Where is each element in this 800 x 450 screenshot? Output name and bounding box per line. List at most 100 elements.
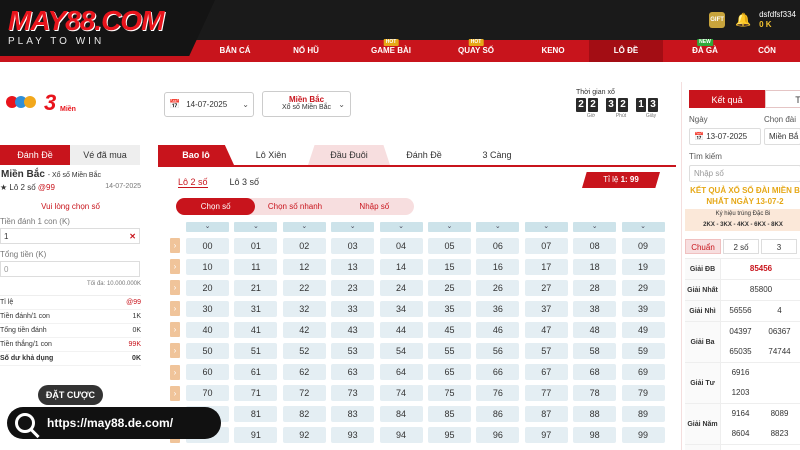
- column-select-4[interactable]: ⌄: [379, 222, 423, 232]
- number-cell[interactable]: 91: [234, 427, 278, 444]
- gift-icon[interactable]: GIFT: [709, 12, 726, 28]
- number-cell[interactable]: 55: [427, 342, 471, 359]
- number-cell[interactable]: 15: [427, 258, 471, 275]
- number-cell[interactable]: 58: [573, 342, 617, 359]
- tab-lo-3-so[interactable]: Lô 3 số: [230, 177, 260, 188]
- number-cell[interactable]: 04: [379, 237, 423, 254]
- number-cell[interactable]: 11: [234, 258, 278, 275]
- number-cell[interactable]: 18: [573, 258, 617, 275]
- row-select-icon[interactable]: ›: [170, 385, 180, 401]
- tab-stats[interactable]: Thố: [765, 90, 800, 108]
- column-select-1[interactable]: ⌄: [234, 222, 278, 232]
- tab-results[interactable]: Kết quả: [689, 90, 765, 108]
- number-cell[interactable]: 19: [621, 258, 665, 275]
- number-cell[interactable]: 34: [379, 300, 423, 317]
- mode-pick[interactable]: Chọn số: [176, 198, 256, 215]
- number-cell[interactable]: 49: [621, 321, 665, 338]
- number-cell[interactable]: 10: [186, 258, 229, 275]
- number-cell[interactable]: 70: [186, 385, 229, 402]
- tab-bet-type-3[interactable]: Đầu Đuôi: [308, 145, 390, 165]
- number-cell[interactable]: 74: [379, 385, 423, 402]
- number-cell[interactable]: 02: [282, 237, 326, 254]
- number-cell[interactable]: 01: [234, 237, 278, 254]
- number-cell[interactable]: 95: [427, 427, 471, 444]
- number-cell[interactable]: 43: [331, 321, 375, 338]
- number-cell[interactable]: 56: [476, 342, 520, 359]
- number-cell[interactable]: 27: [524, 279, 568, 296]
- row-select-icon[interactable]: ›: [170, 238, 180, 253]
- number-cell[interactable]: 51: [234, 342, 278, 359]
- user-info[interactable]: dsfdfsf334 0 K: [759, 10, 796, 30]
- number-cell[interactable]: 89: [621, 406, 665, 423]
- number-cell[interactable]: 26: [476, 279, 520, 296]
- column-select-5[interactable]: ⌄: [427, 222, 471, 232]
- column-select-7[interactable]: ⌄: [524, 222, 568, 232]
- number-cell[interactable]: 98: [573, 427, 617, 444]
- number-cell[interactable]: 83: [331, 406, 375, 423]
- number-cell[interactable]: 08: [573, 237, 617, 254]
- number-cell[interactable]: 54: [379, 342, 423, 359]
- number-cell[interactable]: 77: [524, 385, 568, 402]
- number-cell[interactable]: 45: [427, 321, 471, 338]
- clear-icon[interactable]: ✕: [129, 232, 136, 241]
- column-select-9[interactable]: ⌄: [621, 222, 665, 232]
- mode-quick-pick[interactable]: Chọn số nhanh: [255, 198, 334, 215]
- nav-item-2[interactable]: NỔ HŨ: [265, 40, 347, 62]
- number-cell[interactable]: 41: [234, 321, 278, 338]
- number-cell[interactable]: 60: [186, 364, 229, 381]
- number-cell[interactable]: 31: [234, 300, 278, 317]
- number-cell[interactable]: 35: [427, 300, 471, 317]
- result-region-select[interactable]: Miền Bắ: [764, 128, 800, 145]
- tab-lo-2-so[interactable]: Lô 2 số: [178, 177, 208, 188]
- row-select-icon[interactable]: ›: [170, 280, 180, 296]
- number-cell[interactable]: 42: [282, 321, 326, 338]
- number-cell[interactable]: 52: [282, 342, 326, 359]
- number-cell[interactable]: 69: [621, 364, 665, 381]
- format-2-digit[interactable]: 2 số: [723, 239, 759, 254]
- number-cell[interactable]: 28: [573, 279, 617, 296]
- column-select-2[interactable]: ⌄: [282, 222, 326, 232]
- format-3-digit[interactable]: 3: [761, 239, 797, 254]
- column-select-3[interactable]: ⌄: [331, 222, 375, 232]
- number-cell[interactable]: 96: [476, 427, 520, 444]
- nav-item-3[interactable]: GAME BÀI HOT: [347, 39, 435, 62]
- number-cell[interactable]: 94: [379, 427, 423, 444]
- result-date-picker[interactable]: 📅 13-07-2025: [689, 128, 761, 145]
- number-cell[interactable]: 30: [186, 300, 229, 317]
- row-select-icon[interactable]: ›: [170, 364, 180, 380]
- number-cell[interactable]: 68: [573, 364, 617, 381]
- nav-item-8[interactable]: CỔN: [747, 40, 787, 62]
- number-cell[interactable]: 82: [282, 406, 326, 423]
- result-search-input[interactable]: Nhập số: [689, 165, 800, 182]
- number-cell[interactable]: 38: [573, 300, 617, 317]
- row-select-icon[interactable]: ›: [170, 322, 180, 338]
- row-select-icon[interactable]: ›: [170, 301, 180, 317]
- number-cell[interactable]: 59: [621, 342, 665, 359]
- column-select-8[interactable]: ⌄: [573, 222, 617, 232]
- number-cell[interactable]: 20: [186, 279, 229, 296]
- number-cell[interactable]: 25: [427, 279, 471, 296]
- bell-icon[interactable]: 🔔: [735, 13, 751, 27]
- number-cell[interactable]: 29: [621, 279, 665, 296]
- number-cell[interactable]: 92: [282, 427, 326, 444]
- number-cell[interactable]: 09: [621, 237, 665, 254]
- mode-enter[interactable]: Nhập số: [335, 198, 414, 215]
- logo[interactable]: MAY88.COM PLAY TO WIN: [0, 0, 215, 56]
- tab-place-bet[interactable]: Đánh Đề: [0, 145, 70, 165]
- format-standard[interactable]: Chuẩn: [685, 239, 721, 254]
- nav-item-5[interactable]: KENO: [517, 40, 589, 62]
- number-cell[interactable]: 65: [427, 364, 471, 381]
- tab-bet-type-1[interactable]: Bao lô: [158, 145, 234, 165]
- tab-bet-type-5[interactable]: 3 Càng: [458, 145, 536, 165]
- number-cell[interactable]: 00: [186, 237, 229, 254]
- number-cell[interactable]: 57: [524, 342, 568, 359]
- place-bet-button[interactable]: ĐẶT CƯỢC: [38, 385, 103, 405]
- date-picker[interactable]: 📅 14-07-2025 ⌄: [164, 92, 254, 117]
- number-cell[interactable]: 81: [234, 406, 278, 423]
- number-cell[interactable]: 03: [331, 237, 375, 254]
- number-cell[interactable]: 76: [476, 385, 520, 402]
- number-cell[interactable]: 99: [621, 427, 665, 444]
- number-cell[interactable]: 93: [331, 427, 375, 444]
- number-cell[interactable]: 78: [573, 385, 617, 402]
- number-cell[interactable]: 50: [186, 342, 229, 359]
